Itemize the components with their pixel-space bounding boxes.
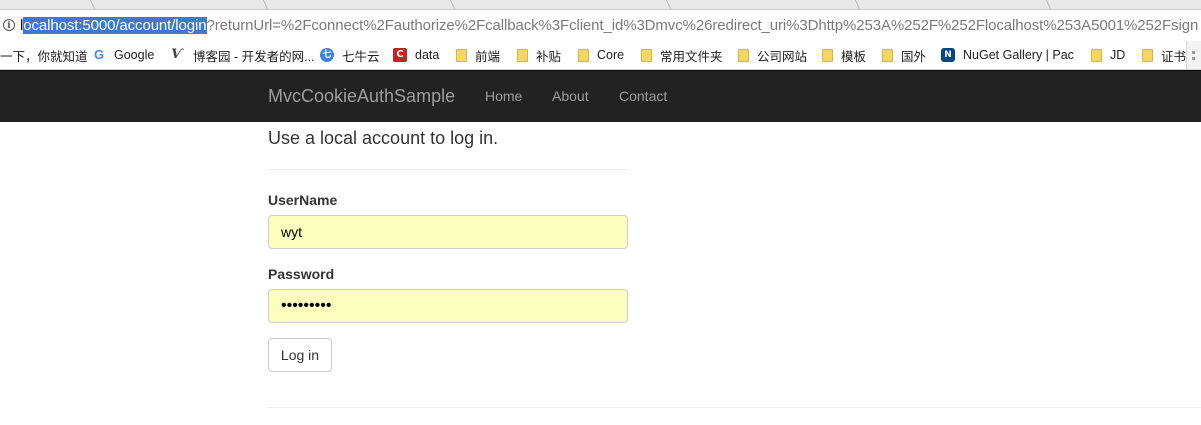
folder-icon	[882, 48, 893, 62]
folder-icon	[1091, 48, 1102, 62]
bookmark-label: 模板	[841, 49, 867, 64]
bookmark-label: 补贴	[536, 49, 562, 64]
bookmark-label: 国外	[901, 49, 927, 64]
folder-icon	[456, 48, 467, 62]
bookmark-label: 证书	[1161, 49, 1187, 64]
bookmark-folder-subsidy[interactable]: 补贴	[517, 41, 561, 69]
bookmark-label: NuGet Gallery | Pac	[963, 48, 1074, 62]
bookmark-label: 博客园 - 开发者的网...	[193, 49, 315, 64]
folder-icon	[822, 48, 833, 62]
login-button[interactable]: Log in	[268, 338, 332, 372]
bookmark-label: Core	[597, 48, 625, 62]
bookmark-label: 七牛云	[342, 49, 380, 64]
folder-icon	[517, 48, 528, 62]
bookmark-folder-certificates[interactable]: 证书	[1142, 41, 1186, 69]
bookmark-folder-foreign[interactable]: 国外	[882, 41, 926, 69]
bookmark-folder-templates[interactable]: 模板	[822, 41, 866, 69]
folder-icon	[738, 48, 749, 62]
bookmark-label: 常用文件夹	[660, 49, 723, 64]
address-bar[interactable]: i localhost:5000/account/login?returnUrl…	[0, 10, 1201, 41]
url-selected-text: ocalhost:5000/account/login	[23, 17, 207, 34]
bookmark-label: Google	[114, 48, 155, 62]
bookmark-baidu[interactable]: 一下，你就知道	[0, 41, 88, 69]
bookmarks-overflow-icon[interactable]	[1186, 41, 1201, 69]
cnblogs-icon: Ѵ	[171, 47, 183, 62]
folder-icon	[578, 48, 589, 62]
nav-link-home[interactable]: Home	[485, 88, 522, 104]
site-info-icon[interactable]: i	[3, 19, 15, 31]
footer-divider	[268, 407, 1201, 408]
password-input[interactable]	[268, 289, 628, 323]
folder-icon	[641, 48, 652, 62]
bookmark-data[interactable]: C data	[393, 41, 439, 69]
username-label: UserName	[268, 192, 338, 208]
divider	[268, 169, 628, 170]
bookmark-nuget[interactable]: N NuGet Gallery | Pac	[941, 41, 1074, 69]
bookmark-label: JD	[1110, 48, 1126, 62]
google-icon: G	[94, 47, 105, 62]
bookmark-cnblogs[interactable]: Ѵ 博客园 - 开发者的网...	[171, 41, 315, 69]
bookmark-folder-company[interactable]: 公司网站	[738, 41, 807, 69]
folder-icon	[1142, 48, 1153, 62]
nuget-icon: N	[941, 48, 955, 62]
page-heading: Use a local account to log in.	[268, 128, 499, 148]
navbar-brand[interactable]: MvcCookieAuthSample	[268, 86, 455, 107]
bookmark-folder-jd[interactable]: JD	[1091, 41, 1125, 69]
url-text[interactable]: localhost:5000/account/login?returnUrl=%…	[20, 16, 1198, 35]
bookmark-google[interactable]: G Google	[94, 41, 154, 69]
qiniu-icon: 七	[320, 48, 334, 62]
nav-link-about[interactable]: About	[552, 88, 589, 104]
bookmark-label: 前端	[475, 49, 501, 64]
nav-link-contact[interactable]: Contact	[619, 88, 667, 104]
bookmark-label: data	[415, 48, 440, 62]
username-input[interactable]	[268, 215, 628, 249]
site-navbar: MvcCookieAuthSample Home About Contact	[0, 70, 1201, 122]
bookmark-label: 公司网站	[757, 49, 808, 64]
bookmarks-bar: 一下，你就知道 G Google Ѵ 博客园 - 开发者的网... 七 七牛云 …	[0, 41, 1201, 70]
browser-tab-strip[interactable]	[0, 0, 1201, 10]
bookmark-qiniu[interactable]: 七 七牛云	[320, 41, 380, 69]
password-label: Password	[268, 266, 335, 282]
bookmark-folder-common[interactable]: 常用文件夹	[641, 41, 723, 69]
bookmark-folder-core[interactable]: Core	[578, 41, 624, 69]
bookmark-folder-frontend[interactable]: 前端	[456, 41, 500, 69]
bookmark-label: 一下，你就知道	[0, 49, 88, 64]
url-query-text: ?returnUrl=%2Fconnect%2Fauthorize%2Fcall…	[206, 17, 1199, 34]
data-icon: C	[393, 48, 407, 62]
